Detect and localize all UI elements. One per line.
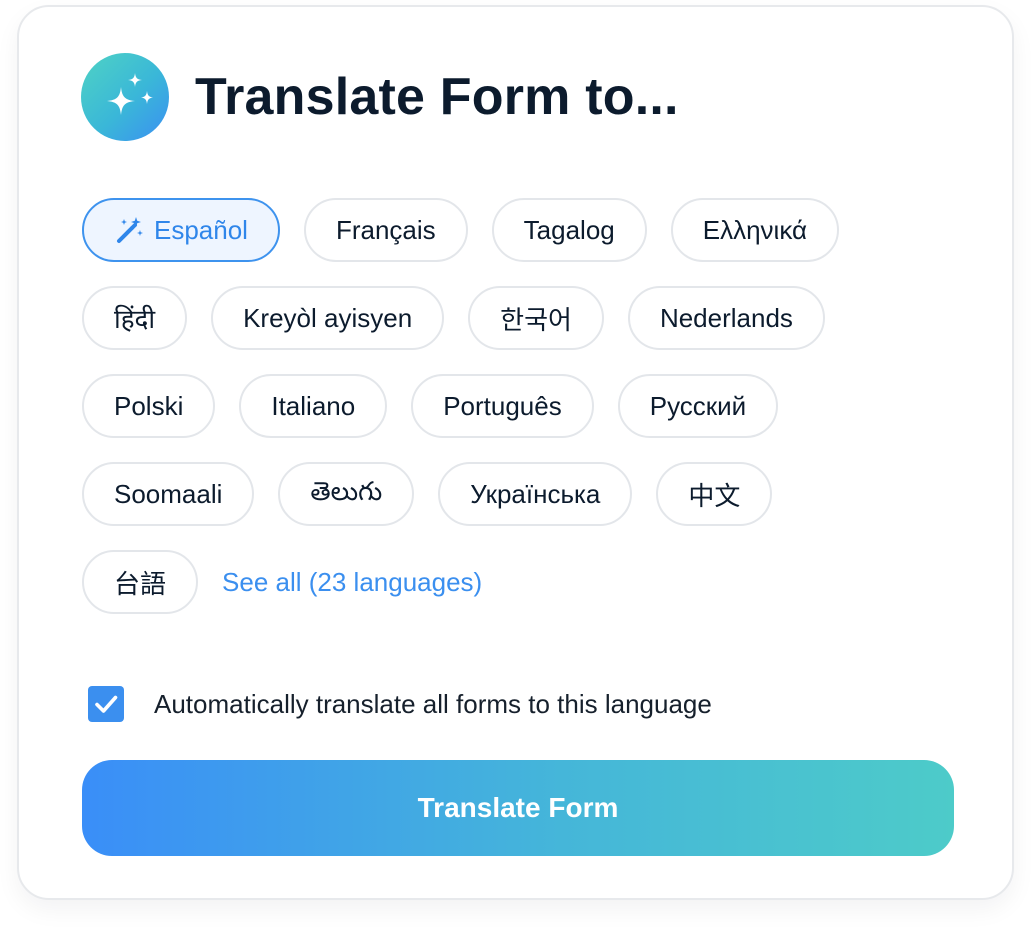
language-row: 台語 See all (23 languages) xyxy=(82,550,942,614)
language-chip-russian[interactable]: Русский xyxy=(617,374,779,438)
sparkles-icon xyxy=(81,53,169,141)
language-chip-kreyol[interactable]: Kreyòl ayisyen xyxy=(211,286,445,350)
language-chip-chinese[interactable]: 中文 xyxy=(656,462,773,526)
see-all-languages-link[interactable]: See all (23 languages) xyxy=(222,567,482,598)
header: Translate Form to... xyxy=(81,53,679,141)
language-chip-telugu[interactable]: తెలుగు xyxy=(278,462,415,526)
language-chip-polski[interactable]: Polski xyxy=(82,374,216,438)
language-chip-ukrainian[interactable]: Українська xyxy=(438,462,633,526)
language-chip-italiano[interactable]: Italiano xyxy=(239,374,388,438)
auto-translate-label: Automatically translate all forms to thi… xyxy=(154,688,712,719)
language-chip-nederlands[interactable]: Nederlands xyxy=(627,286,825,350)
language-chip-portugues[interactable]: Português xyxy=(411,374,594,438)
language-chip-greek[interactable]: Ελληνικά xyxy=(670,198,840,262)
language-chip-hindi[interactable]: हिंदी xyxy=(82,286,188,350)
language-row: Polski Italiano Português Русский xyxy=(82,374,942,438)
language-row: Soomaali తెలుగు Українська 中文 xyxy=(82,462,942,526)
translate-form-button[interactable]: Translate Form xyxy=(82,760,954,856)
language-chip-taiwanese[interactable]: 台語 xyxy=(82,550,199,614)
page-title: Translate Form to... xyxy=(195,68,679,126)
translate-card: Translate Form to... Español Français Ta… xyxy=(17,5,1014,900)
language-chip-label: Español xyxy=(154,214,248,245)
auto-translate-checkbox[interactable] xyxy=(88,686,124,722)
magic-wand-icon xyxy=(114,215,144,245)
language-row: हिंदी Kreyòl ayisyen 한국어 Nederlands xyxy=(82,286,942,350)
language-chip-francais[interactable]: Français xyxy=(303,198,468,262)
language-chip-soomaali[interactable]: Soomaali xyxy=(82,462,255,526)
language-row: Español Français Tagalog Ελληνικά xyxy=(82,198,942,262)
language-chip-espanol[interactable]: Español xyxy=(82,198,280,262)
language-chip-tagalog[interactable]: Tagalog xyxy=(491,198,647,262)
checkmark-icon xyxy=(95,695,118,713)
language-chip-korean[interactable]: 한국어 xyxy=(468,286,604,350)
language-chips: Español Français Tagalog Ελληνικά हिंदी … xyxy=(82,198,942,614)
auto-translate-option: Automatically translate all forms to thi… xyxy=(88,686,712,722)
